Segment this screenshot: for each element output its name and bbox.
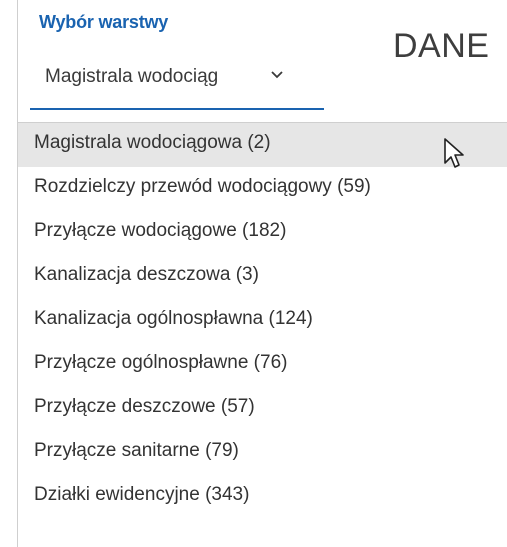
selected-layer-value: Magistrala wodociąg <box>45 66 219 87</box>
select-underline <box>30 108 324 110</box>
dropdown-item-przylacze-ogolnosplawne[interactable]: Przyłącze ogólnospławne (76) <box>18 343 507 387</box>
dropdown-item-magistrala-wodociagowa[interactable]: Magistrala wodociągowa (2) <box>18 123 507 167</box>
dropdown-item-dzialki-ewidencyjne[interactable]: Działki ewidencyjne (343) <box>18 475 507 519</box>
dropdown-item-przylacze-deszczowe[interactable]: Przyłącze deszczowe (57) <box>18 387 507 431</box>
dropdown-item-label: Rozdzielczy przewód wodociągowy (59) <box>34 176 371 197</box>
layer-dropdown-list: Magistrala wodociągowa (2) Rozdzielczy p… <box>18 122 507 547</box>
dropdown-item-label: Magistrala wodociągowa (2) <box>34 132 271 153</box>
dropdown-item-przylacze-wodociagowe[interactable]: Przyłącze wodociągowe (182) <box>18 211 507 255</box>
chevron-down-icon <box>271 71 283 79</box>
layer-selector-title: Wybór warstwy <box>39 12 169 32</box>
dropdown-item-kanalizacja-deszczowa[interactable]: Kanalizacja deszczowa (3) <box>18 255 507 299</box>
dropdown-item-label: Przyłącze ogólnospławne (76) <box>34 352 288 373</box>
tab-data[interactable]: DANE <box>393 27 489 66</box>
dropdown-item-label: Działki ewidencyjne (343) <box>34 484 250 505</box>
dropdown-item-przylacze-sanitarne[interactable]: Przyłącze sanitarne (79) <box>18 431 507 475</box>
dropdown-item-label: Przyłącze deszczowe (57) <box>34 396 255 417</box>
dropdown-item-kanalizacja-ogolnosplawna[interactable]: Kanalizacja ogólnospławna (124) <box>18 299 507 343</box>
dropdown-item-label: Przyłącze sanitarne (79) <box>34 440 239 461</box>
dropdown-item-label: Przyłącze wodociągowe (182) <box>34 220 287 241</box>
panel-header: Wybór warstwy Magistrala wodociąg DANE <box>18 0 507 110</box>
layer-panel: Wybór warstwy Magistrala wodociąg DANE M… <box>0 0 507 547</box>
dropdown-item-rozdzielczy-przewod[interactable]: Rozdzielczy przewód wodociągowy (59) <box>18 167 507 211</box>
dropdown-item-label: Kanalizacja deszczowa (3) <box>34 264 259 285</box>
dropdown-item-label: Kanalizacja ogólnospławna (124) <box>34 308 313 329</box>
layer-select-dropdown[interactable]: Magistrala wodociąg <box>30 50 324 110</box>
